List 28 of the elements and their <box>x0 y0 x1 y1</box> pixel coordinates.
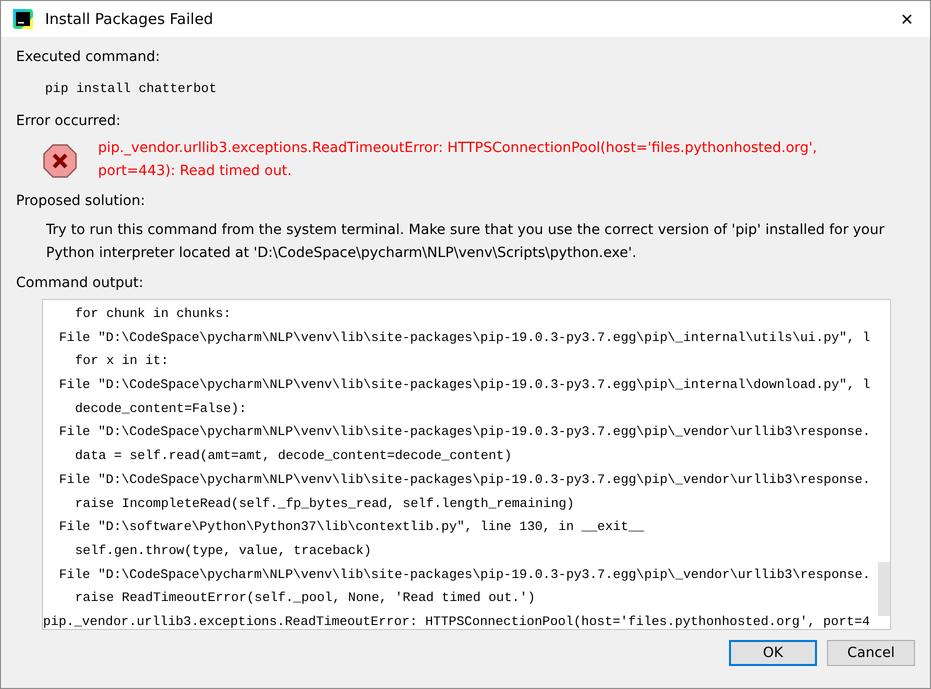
output-line: for chunk in chunks: <box>74 305 232 323</box>
output-line: data = self.read(amt=amt, decode_content=decode_content) <box>74 447 512 466</box>
solution-text: Try to run this command from the system terminal. Make sure that you use the correct version of 'pip' installed for your Python interpreter located at 'D:\CodeSpace\pycharm\NLP\venv\Scripts\python.exe'. <box>46 221 886 263</box>
output-line: File "D:\software\Python\Python37\lib\contextlib.py", line 130, in __exit__ <box>58 518 644 536</box>
output-line: raise ReadTimeoutError(self._pool, None, 'Read timed out.') <box>74 589 536 608</box>
command-text: pip install chatterbot <box>45 80 217 98</box>
window-title: Install Packages Failed <box>45 10 214 28</box>
output-line: decode_content=False): <box>74 400 247 418</box>
section-label: Error occurred: <box>16 112 121 131</box>
output-line: for x in it: <box>74 352 169 370</box>
output-line: File "D:\CodeSpace\pycharm\NLP\venv\lib\site-packages\pip-19.0.3-py3.7.egg\pip\_vendor\urllib3\response. <box>58 423 870 442</box>
output-line: self.gen.throw(type, value, traceback) <box>74 542 372 560</box>
output-line: File "D:\CodeSpace\pycharm\NLP\venv\lib\site-packages\pip-19.0.3-py3.7.egg\pip\_vendor\urllib3\response. <box>58 470 870 489</box>
ok-button[interactable]: OK <box>729 640 817 666</box>
close-button[interactable]: ✕ <box>884 1 930 37</box>
error-icon <box>42 143 78 179</box>
output-line: File "D:\CodeSpace\pycharm\NLP\venv\lib\site-packages\pip-19.0.3-py3.7.egg\pip\_internal\utils\ui.py", l <box>58 328 870 347</box>
output-line: File "D:\CodeSpace\pycharm\NLP\venv\lib\site-packages\pip-19.0.3-py3.7.egg\pip\_vendor\urllib3\response. <box>58 566 870 584</box>
section-label: Executed command: <box>16 48 160 67</box>
app-logo-icon <box>13 9 33 29</box>
cancel-button[interactable]: Cancel <box>827 640 915 666</box>
error-message: pip._vendor.urllib3.exceptions.ReadTimeoutError: HTTPSConnectionPool(host='files.pythonhosted.org', port=443): Read timed out. <box>98 139 818 181</box>
output-line: pip._vendor.urllib3.exceptions.ReadTimeoutError: HTTPSConnectionPool(host='files.pythonhosted.org', port=4 <box>43 612 870 629</box>
scrollbar-thumb[interactable] <box>878 562 890 616</box>
output-line: File "D:\CodeSpace\pycharm\NLP\venv\lib\site-packages\pip-19.0.3-py3.7.egg\pip\_internal\download.py", l <box>58 376 870 394</box>
section-label: Command output: <box>16 274 144 293</box>
output-line: raise IncompleteRead(self._fp_bytes_read, self.length_remaining) <box>74 494 574 512</box>
section-label: Proposed solution: <box>16 192 146 211</box>
